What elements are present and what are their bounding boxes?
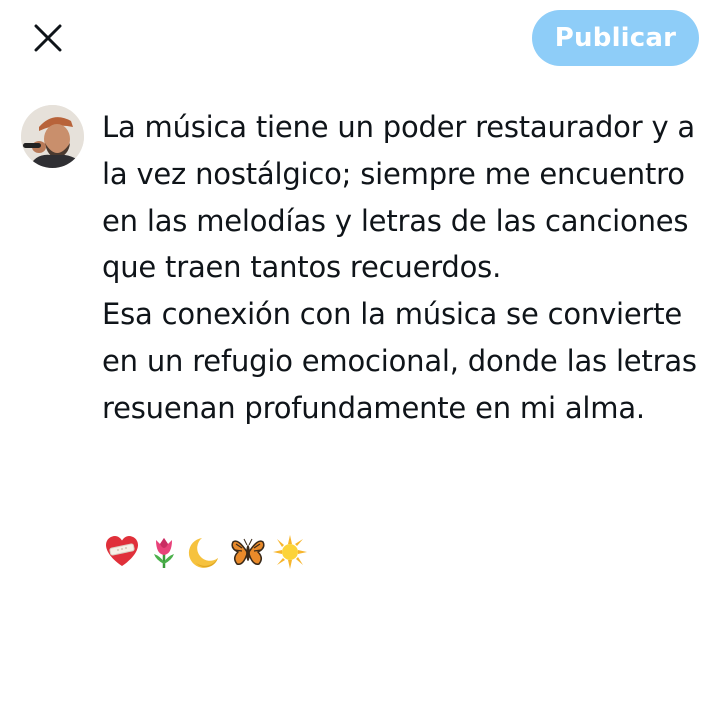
tweet-text[interactable]: La música tiene un poder restaurador y a…: [102, 104, 702, 432]
close-button[interactable]: [28, 18, 68, 58]
avatar-image: [21, 105, 84, 168]
close-icon: [34, 24, 62, 52]
publish-button[interactable]: Publicar: [532, 10, 699, 66]
sun-icon: [270, 532, 310, 572]
tweet-paragraph-2: Esa conexión con la música se convierte …: [102, 297, 697, 425]
butterfly-icon: [228, 532, 268, 572]
emoji-row: [102, 532, 310, 572]
tweet-paragraph-1: La música tiene un poder restaurador y a…: [102, 110, 695, 285]
user-avatar[interactable]: [21, 105, 84, 168]
tulip-icon: [144, 532, 184, 572]
crescent-moon-icon: [186, 532, 226, 572]
heart-with-bandage-icon: [102, 532, 142, 572]
